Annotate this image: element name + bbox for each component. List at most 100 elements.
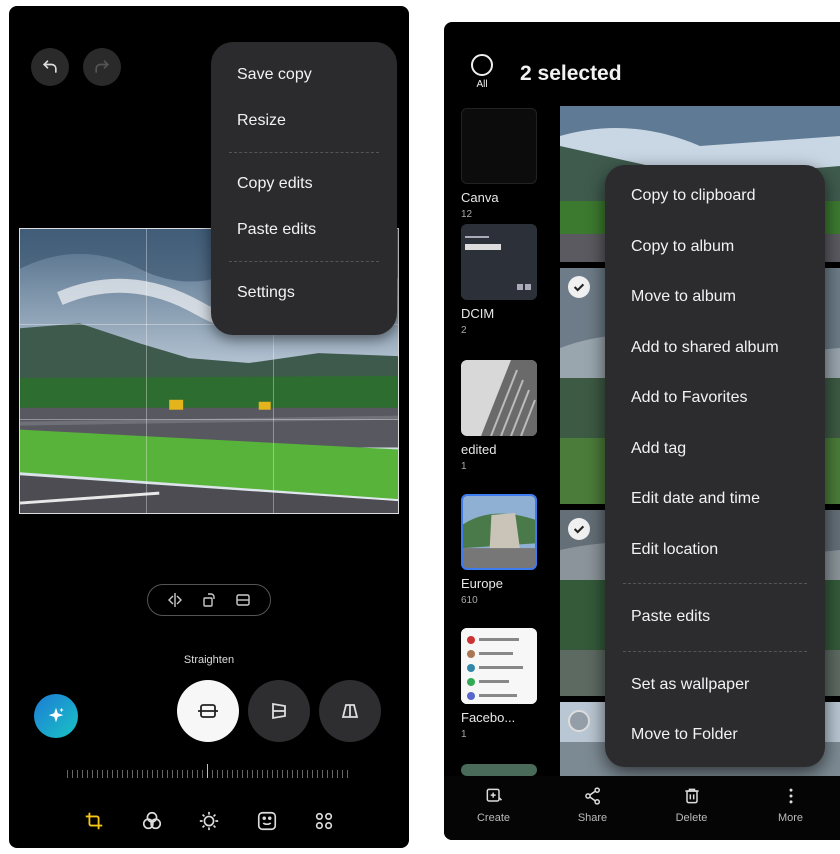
ruler-tick — [252, 770, 253, 778]
select-all-circle-icon — [471, 54, 493, 76]
ruler-tick — [177, 770, 178, 778]
ruler-tick — [267, 770, 268, 778]
album-thumbnail — [461, 108, 537, 184]
aspect-ratio-button[interactable] — [234, 591, 252, 609]
menu-item-paste-edits[interactable]: Paste edits — [605, 592, 825, 643]
album-canva[interactable]: Canva 12 — [461, 108, 537, 220]
straighten-label: Straighten — [183, 654, 235, 666]
ruler-tick — [327, 770, 328, 778]
menu-item-add-tag[interactable]: Add tag — [605, 424, 825, 475]
menu-item-move-to-album[interactable]: Move to album — [605, 272, 825, 323]
unselected-circle[interactable] — [568, 710, 590, 732]
more-button[interactable]: More — [756, 786, 826, 840]
ruler-tick — [187, 770, 188, 778]
brightness-icon — [199, 811, 219, 831]
ai-edit-button[interactable] — [34, 694, 78, 738]
crop-rotate-icon — [85, 812, 103, 830]
straighten-tool-button[interactable] — [177, 680, 239, 742]
menu-item-resize[interactable]: Resize — [211, 98, 397, 144]
ruler-tick — [117, 770, 118, 778]
more-tools-tab[interactable] — [309, 806, 339, 836]
crop-rotate-tab[interactable] — [79, 806, 109, 836]
ruler-tick — [147, 770, 148, 778]
flip-button[interactable] — [166, 591, 184, 609]
redo-button[interactable] — [83, 48, 121, 86]
ruler-tick — [237, 770, 238, 778]
share-button[interactable]: Share — [558, 786, 628, 840]
menu-item-add-to-favorites[interactable]: Add to Favorites — [605, 373, 825, 424]
menu-item-move-to-folder[interactable]: Move to Folder — [605, 710, 825, 761]
ruler-tick — [162, 770, 163, 778]
album-facebook[interactable]: Facebo... 1 — [461, 628, 537, 740]
gallery-bottom-bar: Create Share Delete More — [444, 776, 840, 840]
delete-button[interactable]: Delete — [657, 786, 727, 840]
redo-icon — [95, 60, 110, 73]
menu-item-add-to-shared-album[interactable]: Add to shared album — [605, 323, 825, 374]
horizontal-perspective-button[interactable] — [319, 680, 381, 742]
ruler-tick — [157, 770, 158, 778]
check-icon — [573, 525, 585, 534]
menu-item-copy-to-clipboard[interactable]: Copy to clipboard — [605, 171, 825, 222]
ruler-tick — [77, 770, 78, 778]
selected-check[interactable] — [568, 276, 590, 298]
straighten-ruler[interactable] — [67, 762, 351, 782]
sticker-tab[interactable] — [252, 806, 282, 836]
album-next[interactable] — [461, 764, 537, 776]
brightness-tab[interactable] — [194, 806, 224, 836]
ruler-tick — [232, 770, 233, 778]
check-icon — [573, 283, 585, 292]
album-count: 610 — [461, 595, 478, 606]
ruler-tick — [227, 770, 228, 778]
ruler-tick — [207, 764, 208, 778]
ruler-tick — [307, 770, 308, 778]
ruler-tick — [152, 770, 153, 778]
ruler-tick — [332, 770, 333, 778]
ruler-tick — [182, 770, 183, 778]
ruler-tick — [127, 770, 128, 778]
ruler-tick — [112, 770, 113, 778]
ruler-tick — [222, 770, 223, 778]
selected-check[interactable] — [568, 518, 590, 540]
ruler-tick — [82, 770, 83, 778]
ruler-tick — [347, 770, 348, 778]
menu-item-copy-edits[interactable]: Copy edits — [211, 161, 397, 207]
horizontal-perspective-icon — [341, 704, 359, 718]
ruler-tick — [287, 770, 288, 778]
ruler-tick — [87, 770, 88, 778]
album-name: edited — [461, 442, 497, 457]
menu-item-save-copy[interactable]: Save copy — [211, 52, 397, 98]
undo-button[interactable] — [31, 48, 69, 86]
album-edited[interactable]: edited 1 — [461, 360, 537, 472]
more-icon — [789, 788, 792, 804]
select-all-toggle[interactable]: All — [468, 54, 496, 90]
vertical-perspective-button[interactable] — [248, 680, 310, 742]
ruler-tick — [217, 770, 218, 778]
ruler-tick — [257, 770, 258, 778]
more-tools-icon — [315, 812, 333, 830]
ruler-tick — [107, 770, 108, 778]
create-button[interactable]: Create — [459, 786, 529, 840]
album-dcim[interactable]: DCIM 2 — [461, 224, 537, 336]
rotate-icon — [203, 593, 215, 607]
rotate-button[interactable] — [200, 591, 218, 609]
menu-item-copy-to-album[interactable]: Copy to album — [605, 222, 825, 273]
ruler-tick — [312, 770, 313, 778]
ruler-tick — [167, 770, 168, 778]
menu-item-paste-edits[interactable]: Paste edits — [211, 207, 397, 253]
create-label: Create — [476, 812, 511, 824]
filters-tab[interactable] — [137, 806, 167, 836]
menu-item-set-as-wallpaper[interactable]: Set as wallpaper — [605, 660, 825, 711]
album-count: 1 — [461, 729, 467, 740]
album-name: DCIM — [461, 306, 495, 321]
ruler-tick — [197, 770, 198, 778]
aspect-ratio-icon — [236, 594, 250, 606]
share-label: Share — [577, 812, 608, 824]
ai-sparkle-icon — [48, 707, 64, 723]
album-europe[interactable]: Europe 610 — [461, 494, 537, 606]
menu-item-settings[interactable]: Settings — [211, 270, 397, 316]
menu-item-edit-location[interactable]: Edit location — [605, 525, 825, 576]
ruler-tick — [297, 770, 298, 778]
menu-divider — [623, 650, 807, 652]
menu-item-edit-date-and-time[interactable]: Edit date and time — [605, 474, 825, 525]
vertical-perspective-icon — [272, 702, 286, 720]
